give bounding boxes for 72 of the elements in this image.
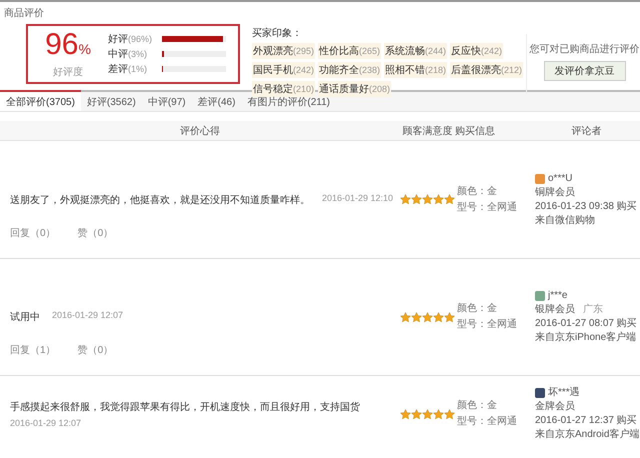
column-header: 顾客满意度 [402, 124, 454, 138]
star-icon [422, 194, 433, 205]
impression-tag[interactable]: 功能齐全(238) [318, 62, 382, 78]
star-icon [411, 312, 422, 322]
impression-tag[interactable]: 外观漂亮(295) [252, 43, 316, 59]
impression-tag[interactable]: 国民手机(242) [252, 62, 316, 78]
model-info: 型号：全网通 [457, 318, 518, 332]
review-source: 来自京东iPhone客户端 [535, 331, 638, 345]
rating-label: 好评度 [52, 66, 84, 79]
section-title: 商品评价 [3, 6, 45, 20]
user-name: 坏***遇 [548, 386, 580, 400]
review-source: 来自微信购物 [535, 214, 596, 228]
write-review-button[interactable]: 发评价拿京豆 [544, 61, 626, 81]
member-level: 银牌会员 [535, 304, 575, 315]
star-icon [400, 408, 411, 420]
color-info: 颜色：金 [457, 302, 498, 316]
impression-tag[interactable]: 反应快(242) [450, 43, 504, 59]
filter-tab[interactable]: 好评(3562) [80, 92, 142, 111]
impression-tag[interactable]: 性价比高(265) [318, 43, 382, 59]
like-link[interactable]: 赞（0） [78, 226, 114, 240]
star-icon [444, 194, 455, 205]
star-icon [411, 408, 422, 420]
model-info: 型号：全网通 [457, 414, 518, 429]
rating-bar-label: 中评(3%) [108, 48, 148, 61]
review-prompt-text: 您可对已购商品进行评价 [530, 42, 640, 56]
review-date: 2016-01-29 12:07 [52, 310, 124, 322]
filter-tab[interactable]: 中评(97) [142, 92, 192, 111]
rating-bar-label: 好评(96%) [108, 33, 154, 46]
review-source: 来自京东Android客户端 [535, 428, 640, 442]
impression-tag[interactable]: 照相不错(218) [384, 62, 448, 78]
star-icon [433, 408, 444, 420]
star-icon [433, 312, 444, 322]
rating-percent: 96 [45, 28, 78, 61]
purchase-date: 2016-01-27 12:37 购买 [535, 414, 638, 428]
filter-tab[interactable]: 差评(46) [192, 92, 242, 111]
color-info: 颜色：金 [457, 184, 498, 198]
star-icon [433, 194, 444, 205]
review-text: 试用中 [10, 310, 40, 324]
review-text: 手感摸起来很舒服，我觉得跟苹果有得比，开机速度快，而且很好用，支持国货 [10, 400, 360, 414]
star-icon [411, 194, 422, 205]
star-icon [422, 312, 433, 322]
star-icon [422, 408, 433, 420]
impression-tag[interactable]: 系统流畅(244) [384, 43, 448, 59]
member-level: 金牌会员 [535, 401, 575, 412]
reply-link[interactable]: 回复（1） [10, 343, 56, 357]
star-icon [400, 312, 411, 322]
star-icon [444, 312, 455, 322]
column-header: 购买信息 [455, 124, 496, 138]
model-info: 型号：全网通 [457, 200, 518, 214]
filter-tab[interactable]: 全部评价(3705) [0, 90, 81, 111]
like-link[interactable]: 赞（0） [78, 343, 114, 357]
star-icon [400, 194, 411, 205]
member-level: 铜牌会员 [535, 186, 575, 198]
impression-tag[interactable]: 后盖很漂亮(212) [450, 62, 524, 78]
rating-bar-label: 差评(1%) [108, 63, 148, 76]
star-icon [444, 408, 455, 420]
purchase-date: 2016-01-27 08:07 购买 [535, 317, 638, 331]
user-name: j***e [548, 289, 568, 303]
review-date: 2016-01-29 12:10 [322, 192, 394, 204]
review-text: 送朋友了，外观挺漂亮的，他挺喜欢，就是还没用不知道质量咋样。 [10, 194, 310, 206]
impression-tag[interactable]: 信号稳定(210) [252, 81, 316, 97]
color-info: 颜色：金 [457, 398, 498, 413]
user-region: 广东 [583, 304, 603, 315]
review-date: 2016-01-29 12:07 [10, 418, 82, 428]
impression-tag[interactable]: 通话质量好(208) [318, 81, 392, 97]
impressions-title: 买家印象： [252, 26, 303, 40]
percent-sign: % [78, 41, 91, 57]
column-header: 评论者 [570, 124, 602, 138]
reply-link[interactable]: 回复（0） [10, 226, 56, 240]
purchase-date: 2016-01-23 09:38 购买 [535, 200, 638, 214]
user-name: o***U [548, 172, 572, 186]
column-header: 评价心得 [179, 124, 221, 138]
